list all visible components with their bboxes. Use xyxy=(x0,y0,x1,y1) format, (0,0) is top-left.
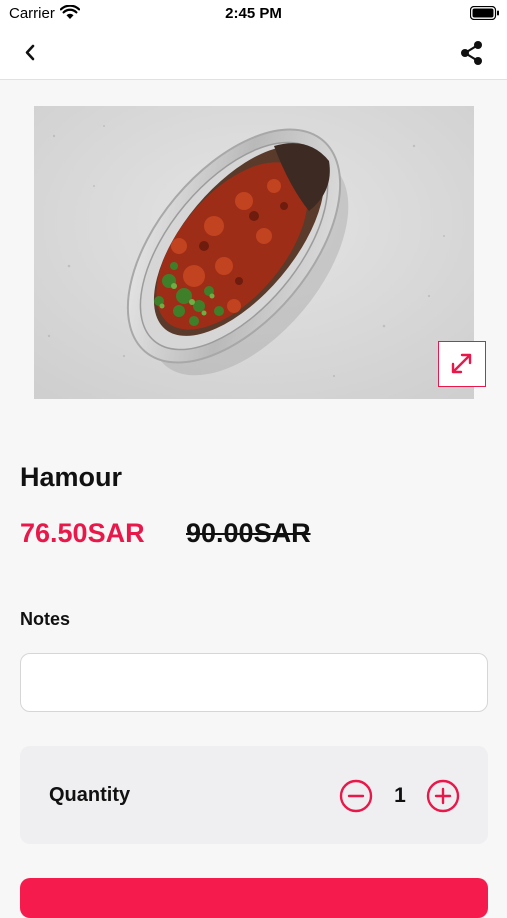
plus-circle-icon xyxy=(426,779,460,813)
quantity-card: Quantity 1 xyxy=(20,746,488,844)
decrease-quantity-button[interactable] xyxy=(339,779,373,813)
product-image xyxy=(34,106,474,399)
expand-arrows-icon xyxy=(451,353,472,374)
clock-label: 2:45 PM xyxy=(225,5,282,22)
current-price: 76.50SAR xyxy=(20,518,145,548)
minus-circle-icon xyxy=(339,779,373,813)
back-button[interactable] xyxy=(16,38,46,68)
battery-icon xyxy=(470,6,499,20)
expand-image-button[interactable] xyxy=(438,341,486,387)
increase-quantity-button[interactable] xyxy=(426,779,460,813)
original-price: 90.00SAR xyxy=(186,518,311,548)
product-name: Hamour xyxy=(20,462,123,492)
nav-bar xyxy=(0,28,507,80)
quantity-value: 1 xyxy=(394,784,406,807)
quantity-label: Quantity xyxy=(49,784,131,806)
dish-photo xyxy=(34,106,474,399)
add-to-cart-button[interactable] xyxy=(20,878,488,918)
notes-label: Notes xyxy=(20,609,71,629)
chevron-left-icon xyxy=(25,44,35,61)
share-icon xyxy=(461,41,482,65)
notes-input[interactable] xyxy=(20,653,488,712)
share-button[interactable] xyxy=(456,37,488,69)
status-bar: Carrier 2:45 PM xyxy=(0,0,507,28)
